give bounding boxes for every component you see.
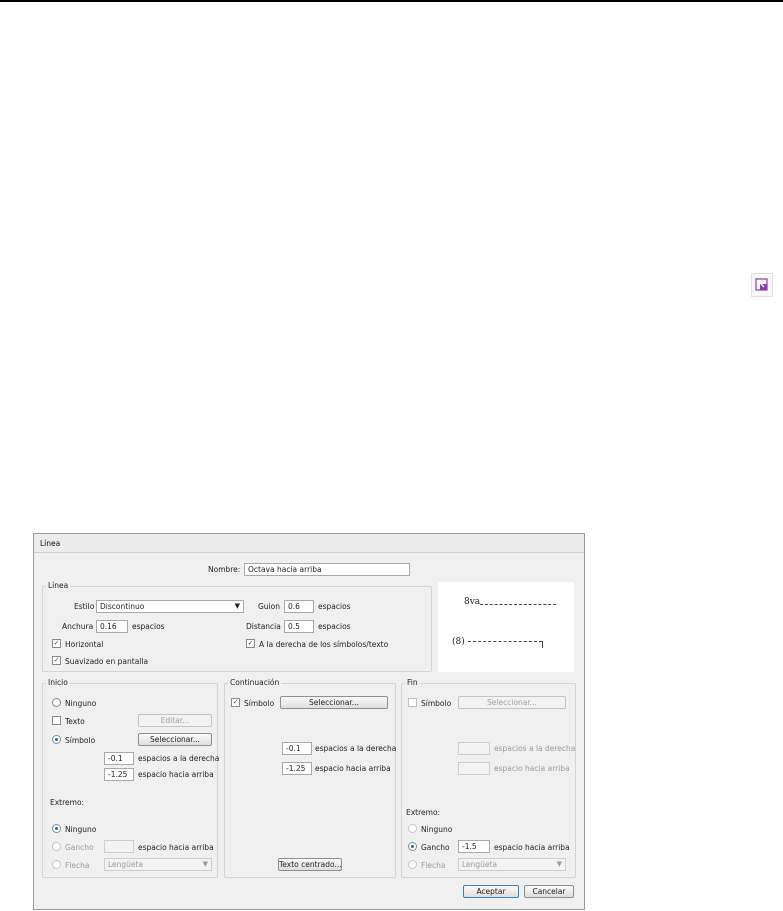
- distancia-unit: espacios: [318, 622, 351, 631]
- fin-ext-flecha-label: Flecha: [421, 861, 446, 870]
- top-border-line: [0, 0, 783, 2]
- inicio-texto-label: Texto: [65, 717, 85, 726]
- inicio-ext-gancho-radio[interactable]: [52, 842, 61, 851]
- inicio-ext-gancho-unit: espacio hacia arriba: [138, 843, 214, 852]
- continuacion-group: [224, 683, 396, 878]
- inicio-extremo-label: Extremo:: [50, 798, 85, 807]
- inicio-ext-flecha-select[interactable]: Lengüeta ▼: [104, 858, 212, 871]
- inicio-ext-ninguno-label: Ninguno: [65, 825, 97, 834]
- horizontal-checkbox[interactable]: ✓: [52, 639, 61, 648]
- cancelar-button[interactable]: Cancelar: [524, 885, 574, 898]
- chevron-down-icon: ▼: [234, 602, 240, 610]
- distancia-input[interactable]: 0.5: [284, 620, 314, 633]
- preview-hook: [542, 641, 543, 648]
- distancia-label: Distancia: [246, 622, 281, 631]
- inicio-seleccionar-button[interactable]: Seleccionar...: [138, 733, 212, 746]
- inicio-ext-flecha-radio[interactable]: [52, 860, 61, 869]
- inicio-ext-gancho-label: Gancho: [65, 843, 94, 852]
- derecha-checkbox[interactable]: ✓: [246, 639, 255, 648]
- derecha-label: A la derecha de los símbolos/texto: [259, 640, 389, 649]
- inicio-simbolo-label: Símbolo: [65, 736, 96, 745]
- fin-group-label: Fin: [405, 678, 420, 687]
- preview-bottom-dashed-line: [468, 641, 542, 642]
- dialog-title: Línea: [40, 539, 61, 548]
- suavizado-label: Suavizado en pantalla: [65, 657, 149, 666]
- continuacion-simbolo-label: Símbolo: [244, 699, 275, 708]
- continuacion-arriba-input[interactable]: -1.25: [282, 762, 312, 775]
- fin-arriba-label: espacio hacia arriba: [494, 764, 570, 773]
- inicio-ext-flecha-value: Lengüeta: [108, 860, 144, 869]
- inicio-ext-flecha-label: Flecha: [65, 861, 90, 870]
- suavizado-checkbox[interactable]: ✓: [52, 656, 61, 665]
- guion-input[interactable]: 0.6: [284, 600, 314, 613]
- preview-top-dashed-line: [480, 604, 556, 605]
- fin-ext-flecha-value: Lengüeta: [462, 860, 498, 869]
- inicio-derecha-label: espacios a la derecha: [138, 754, 220, 763]
- inicio-arriba-label: espacio hacia arriba: [138, 770, 214, 779]
- horizontal-label: Horizontal: [65, 640, 104, 649]
- inicio-group-label: Inicio: [46, 678, 70, 687]
- continuacion-seleccionar-button[interactable]: Seleccionar...: [280, 696, 388, 709]
- preview-bottom-symbol: (8): [452, 637, 465, 647]
- line-preview: 8va (8): [438, 582, 574, 672]
- linea-group-label: Línea: [46, 581, 71, 590]
- nombre-label: Nombre:: [208, 565, 241, 574]
- fin-derecha-input[interactable]: [458, 742, 490, 755]
- inicio-ninguno-label: Ninguno: [65, 699, 97, 708]
- continuacion-group-label: Continuación: [228, 678, 282, 687]
- fin-arriba-input[interactable]: [458, 762, 490, 775]
- continuacion-derecha-label: espacios a la derecha: [315, 744, 397, 753]
- inicio-derecha-input[interactable]: -0.1: [104, 752, 134, 765]
- aceptar-button[interactable]: Aceptar: [463, 885, 519, 898]
- anchura-unit: espacios: [132, 622, 165, 631]
- inicio-texto-checkbox[interactable]: [52, 716, 61, 725]
- fin-simbolo-checkbox[interactable]: [408, 698, 417, 707]
- inicio-ext-gancho-input[interactable]: [104, 840, 134, 853]
- preview-top-symbol: 8va: [464, 597, 481, 607]
- inicio-ext-ninguno-radio[interactable]: [52, 824, 61, 833]
- anchura-label: Anchura: [62, 622, 94, 631]
- fin-seleccionar-button[interactable]: Seleccionar...: [458, 696, 566, 709]
- fin-ext-flecha-select[interactable]: Lengüeta ▼: [458, 858, 566, 871]
- texto-centrado-button[interactable]: Texto centrado...: [278, 858, 342, 871]
- chevron-down-icon: ▼: [556, 860, 562, 868]
- fin-ext-ninguno-label: Ninguno: [421, 825, 453, 834]
- fin-ext-ninguno-radio[interactable]: [408, 824, 417, 833]
- fin-ext-gancho-label: Gancho: [421, 843, 450, 852]
- resize-icon[interactable]: [751, 273, 773, 297]
- fin-ext-gancho-radio[interactable]: [408, 842, 417, 851]
- inicio-arriba-input[interactable]: -1.25: [104, 768, 134, 781]
- continuacion-simbolo-checkbox[interactable]: ✓: [231, 698, 240, 707]
- guion-label: Guion: [258, 602, 280, 611]
- fin-ext-flecha-radio[interactable]: [408, 860, 417, 869]
- fin-ext-gancho-unit: espacio hacia arriba: [494, 843, 570, 852]
- inicio-simbolo-radio[interactable]: [52, 735, 61, 744]
- inicio-editar-button[interactable]: Editar...: [138, 714, 212, 727]
- chevron-down-icon: ▼: [202, 860, 208, 868]
- fin-derecha-label: espacios a la derecha: [494, 744, 576, 753]
- estilo-value: Discontinuo: [100, 602, 145, 611]
- fin-ext-gancho-input[interactable]: -1.5: [458, 840, 490, 853]
- estilo-label: Estilo: [74, 602, 95, 611]
- inicio-ninguno-radio[interactable]: [52, 698, 61, 707]
- line-dialog: Línea Nombre: Octava hacia arriba Línea …: [33, 533, 585, 910]
- continuacion-arriba-label: espacio hacia arriba: [315, 764, 391, 773]
- continuacion-derecha-input[interactable]: -0.1: [282, 742, 312, 755]
- guion-unit: espacios: [318, 602, 351, 611]
- nombre-input[interactable]: Octava hacia arriba: [244, 563, 410, 576]
- fin-simbolo-label: Símbolo: [421, 699, 452, 708]
- anchura-input[interactable]: 0.16: [96, 620, 128, 633]
- estilo-select[interactable]: Discontinuo ▼: [96, 600, 244, 613]
- fin-extremo-label: Extremo:: [406, 808, 441, 817]
- dialog-titlebar: Línea: [34, 534, 584, 553]
